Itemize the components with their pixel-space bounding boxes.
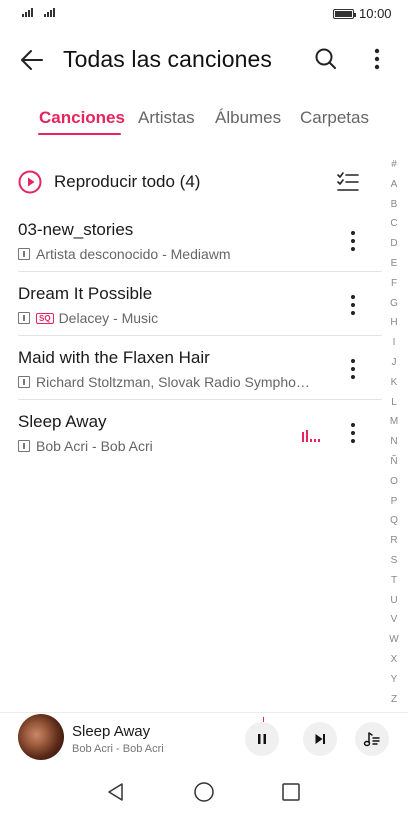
more-vertical-icon xyxy=(374,48,380,70)
song-row[interactable]: Sleep Away Bob Acri - Bob Acri xyxy=(0,402,382,466)
playlist-music-icon xyxy=(363,732,380,747)
status-time: 10:00 xyxy=(359,6,392,21)
more-vertical-icon[interactable] xyxy=(344,290,362,320)
now-playing-artist: Bob Acri - Bob Acri xyxy=(72,743,164,755)
alphabet-index-letter[interactable]: P xyxy=(384,492,404,512)
skip-next-icon xyxy=(315,734,325,744)
nav-back-icon[interactable] xyxy=(106,782,126,802)
alphabet-index-letter[interactable]: Ñ xyxy=(384,452,404,472)
alphabet-index-letter[interactable]: H xyxy=(384,313,404,333)
alphabet-index-letter[interactable]: V xyxy=(384,610,404,630)
nav-home-icon[interactable] xyxy=(193,781,215,803)
alphabet-index-letter[interactable]: E xyxy=(384,254,404,274)
alphabet-index-letter[interactable]: G xyxy=(384,294,404,314)
search-button[interactable] xyxy=(313,46,339,72)
battery-icon xyxy=(333,9,356,19)
play-circle-icon xyxy=(18,170,42,194)
alphabet-index-letter[interactable]: F xyxy=(384,274,404,294)
more-vertical-icon[interactable] xyxy=(344,354,362,384)
alphabet-index-letter[interactable]: U xyxy=(384,591,404,611)
divider xyxy=(18,335,382,336)
alphabet-index-letter[interactable]: S xyxy=(384,551,404,571)
song-subtitle: Artista desconocido - Mediawm xyxy=(36,246,231,262)
alphabet-index-letter[interactable]: Q xyxy=(384,511,404,531)
search-icon xyxy=(315,48,336,69)
signal-icon xyxy=(22,8,33,17)
tab-albumes[interactable]: Álbumes xyxy=(215,108,281,128)
multi-select-button[interactable] xyxy=(336,170,360,194)
checklist-icon xyxy=(337,172,359,191)
next-button[interactable] xyxy=(303,722,337,756)
page-title: Todas las canciones xyxy=(63,46,273,72)
now-playing-bars-icon xyxy=(302,430,320,442)
alphabet-index-letter[interactable]: W xyxy=(384,630,404,650)
sq-badge: SQ xyxy=(36,312,54,324)
alphabet-index-letter[interactable]: # xyxy=(384,155,404,175)
local-file-icon xyxy=(18,440,30,452)
now-playing-title: Sleep Away xyxy=(72,723,151,740)
local-file-icon xyxy=(18,312,30,324)
album-art[interactable] xyxy=(18,714,64,760)
status-bar: 10:00 xyxy=(0,0,408,28)
song-title: Maid with the Flaxen Hair xyxy=(18,348,210,367)
alphabet-index-letter[interactable]: C xyxy=(384,214,404,234)
pause-icon xyxy=(258,734,266,744)
song-subtitle: Delacey - Music xyxy=(58,310,159,326)
alphabet-index-letter[interactable]: B xyxy=(384,195,404,215)
play-all-label: Reproducir todo (4) xyxy=(54,172,201,191)
song-subtitle: Richard Stoltzman, Slovak Radio Sympho… xyxy=(36,374,310,390)
tab-carpetas[interactable]: Carpetas xyxy=(300,108,369,128)
alphabet-index-letter[interactable]: A xyxy=(384,175,404,195)
alphabet-index-letter[interactable]: O xyxy=(384,472,404,492)
local-file-icon xyxy=(18,248,30,260)
song-row[interactable]: Maid with the Flaxen Hair Richard Stoltz… xyxy=(0,338,382,402)
alphabet-index-letter[interactable]: M xyxy=(384,412,404,432)
system-nav-bar xyxy=(0,770,408,816)
active-tab-indicator xyxy=(38,133,121,135)
alphabet-index-letter[interactable]: R xyxy=(384,531,404,551)
back-button[interactable] xyxy=(18,46,46,74)
song-row[interactable]: Dream It Possible SQ Delacey - Music xyxy=(0,274,382,338)
alphabet-index-letter[interactable]: K xyxy=(384,373,404,393)
more-options-button[interactable] xyxy=(366,46,388,74)
pause-button[interactable] xyxy=(245,722,279,756)
divider xyxy=(18,399,382,400)
alphabet-index-letter[interactable]: I xyxy=(384,333,404,353)
more-vertical-icon[interactable] xyxy=(344,418,362,448)
more-vertical-icon[interactable] xyxy=(344,226,362,256)
alphabet-index[interactable]: # A B C D E F G H I J K L M N Ñ O P Q R S T U V W X Y Z xyxy=(384,155,404,709)
queue-button[interactable] xyxy=(355,722,389,756)
alphabet-index-letter[interactable]: N xyxy=(384,432,404,452)
tab-artistas[interactable]: Artistas xyxy=(138,108,195,128)
alphabet-index-letter[interactable]: T xyxy=(384,571,404,591)
play-all-button[interactable]: Reproducir todo (4) xyxy=(18,170,358,196)
song-title: Dream It Possible xyxy=(18,284,153,303)
alphabet-index-letter[interactable]: Z xyxy=(384,690,404,710)
signal-icon xyxy=(44,8,55,17)
local-file-icon xyxy=(18,376,30,388)
alphabet-index-letter[interactable]: L xyxy=(384,393,404,413)
song-title: Sleep Away xyxy=(18,412,107,431)
song-subtitle: Bob Acri - Bob Acri xyxy=(36,438,153,454)
alphabet-index-letter[interactable]: D xyxy=(384,234,404,254)
song-title: 03-new_stories xyxy=(18,220,134,239)
arrow-left-icon xyxy=(21,50,43,70)
alphabet-index-letter[interactable]: Y xyxy=(384,670,404,690)
song-row[interactable]: 03-new_stories Artista desconocido - Med… xyxy=(0,210,382,274)
divider xyxy=(18,271,382,272)
alphabet-index-letter[interactable]: J xyxy=(384,353,404,373)
alphabet-index-letter[interactable]: X xyxy=(384,650,404,670)
tab-canciones[interactable]: Canciones xyxy=(39,108,125,128)
nav-recents-icon[interactable] xyxy=(281,782,301,802)
